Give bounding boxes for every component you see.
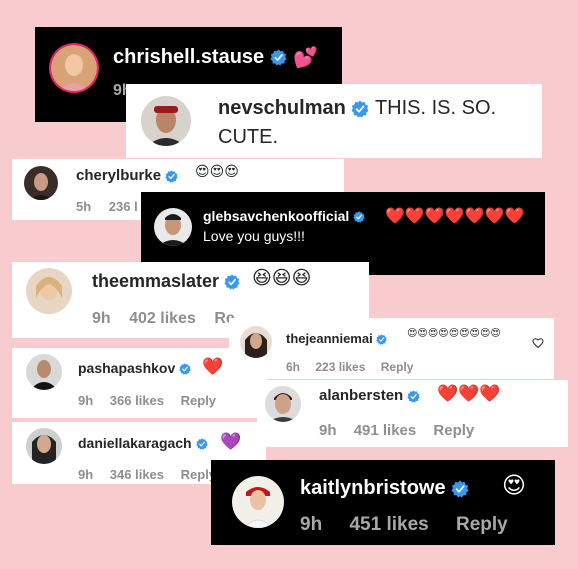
red-heart-icon: ❤️ <box>202 357 224 377</box>
comment-text: Love you guys!!! <box>203 228 305 244</box>
avatar[interactable] <box>26 354 62 390</box>
timestamp: 9h <box>78 393 94 408</box>
verified-badge-icon <box>407 390 420 403</box>
verified-badge-icon <box>179 363 191 375</box>
avatar[interactable] <box>26 268 72 314</box>
username[interactable]: daniellakaragach <box>78 435 208 451</box>
heart-eyes-emoji: 😍 <box>502 473 526 499</box>
avatar[interactable] <box>265 386 301 422</box>
likes-count[interactable]: 491 likes <box>354 422 417 439</box>
username[interactable]: chrishell.stause <box>113 46 287 69</box>
comment-meta: 6h 223 likes Reply <box>286 360 413 374</box>
verified-badge-icon <box>376 334 387 345</box>
likes-count[interactable]: 223 likes <box>315 360 365 374</box>
avatar[interactable] <box>240 326 272 358</box>
avatar[interactable] <box>26 428 62 464</box>
likes-count[interactable]: 366 likes <box>110 393 164 408</box>
avatar[interactable] <box>51 45 97 91</box>
comment-emoji: 😍😍😍 <box>195 164 239 180</box>
username[interactable]: theemmaslater <box>92 271 240 292</box>
like-heart-icon[interactable] <box>532 336 544 349</box>
verified-badge-icon <box>196 438 208 450</box>
likes-count[interactable]: 451 likes <box>349 514 428 535</box>
username[interactable]: cherylburke <box>76 167 178 184</box>
timestamp: 9h <box>78 467 94 482</box>
avatar[interactable] <box>24 166 58 200</box>
timestamp: 6h <box>286 360 301 374</box>
comment-card-kaitlynbristowe: kaitlynbristowe 😍 9h 451 likes Reply <box>211 460 555 545</box>
comment-meta: 9h 402 likes Re <box>92 310 235 328</box>
hearts-row-icon: ❤️❤️❤️ <box>437 384 501 404</box>
reply-button[interactable]: Reply <box>456 514 508 535</box>
comment-card-alanbersten: alanbersten ❤️❤️❤️ 9h 491 likes Reply <box>257 380 568 447</box>
username[interactable]: alanbersten <box>319 387 420 404</box>
heart-eyes-emoji-row: 😍😍😍😍😍😍😍😍😍 <box>407 328 501 339</box>
comment-text: CUTE. <box>218 126 278 148</box>
laughing-emoji: 😆😆😆 <box>252 267 312 289</box>
username[interactable]: glebsavchenkoofficial <box>203 208 365 224</box>
timestamp: 5h <box>76 199 92 214</box>
verified-badge-icon <box>270 49 287 66</box>
verified-badge-icon <box>351 100 369 118</box>
verified-badge-icon <box>165 170 178 183</box>
reply-button[interactable]: Reply <box>181 393 216 408</box>
likes-count[interactable]: 236 l <box>109 199 138 214</box>
likes-count[interactable]: 346 likes <box>110 467 164 482</box>
username[interactable]: pashapashkov <box>78 360 191 376</box>
username[interactable]: thejeanniemai <box>286 331 387 346</box>
comment-meta: 9h 346 likes Reply <box>78 467 216 482</box>
likes-count[interactable]: 402 likes <box>129 310 196 327</box>
verified-badge-icon <box>224 274 240 290</box>
avatar[interactable] <box>141 96 191 146</box>
comment-card-thejeanniemai: thejeanniemai 😍😍😍😍😍😍😍😍😍 6h 223 likes Rep… <box>229 318 554 379</box>
comment-meta: 9h 451 likes Reply <box>300 514 508 536</box>
reply-button[interactable]: Reply <box>381 360 414 374</box>
comment-meta: 5h 236 l <box>76 199 138 214</box>
comment-meta: 9h 491 likes Reply <box>319 422 474 439</box>
timestamp: 9h <box>92 310 111 327</box>
avatar[interactable] <box>232 476 284 528</box>
timestamp: 9h <box>319 422 337 439</box>
verified-badge-icon <box>451 480 469 498</box>
two-hearts-icon: 💕 <box>293 45 318 69</box>
comment-meta: 9h 366 likes Reply <box>78 393 216 408</box>
verified-badge-icon <box>353 211 365 223</box>
hearts-row-icon: ❤️❤️❤️❤️❤️❤️❤️ <box>385 206 525 225</box>
comment-card-nevschulman: nevschulman THIS. IS. SO. CUTE. <box>126 84 542 158</box>
timestamp: 9h <box>300 514 323 535</box>
reply-button[interactable]: Reply <box>433 422 474 439</box>
purple-heart-icon: 💜 <box>220 432 242 452</box>
avatar[interactable] <box>154 208 192 246</box>
comment-text: THIS. IS. SO. <box>374 97 497 119</box>
username[interactable]: nevschulman THIS. IS. SO. <box>218 97 496 120</box>
username[interactable]: kaitlynbristowe <box>300 477 469 500</box>
